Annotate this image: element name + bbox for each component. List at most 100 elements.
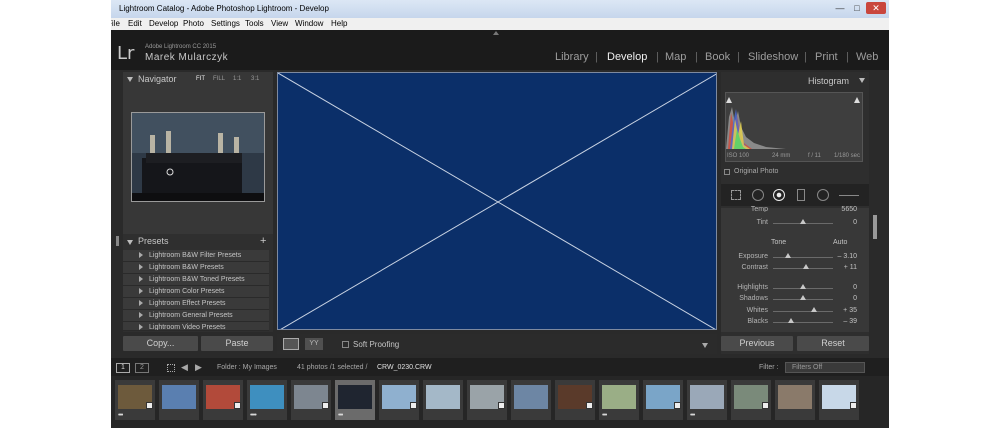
- navigator-preview[interactable]: [131, 112, 265, 202]
- before-after-icon[interactable]: YY: [305, 338, 323, 350]
- right-panel-scrollbar[interactable]: [873, 215, 877, 239]
- preset-folder[interactable]: Lightroom General Presets: [123, 310, 269, 322]
- toolbar-menu-arrow-icon[interactable]: [702, 343, 708, 348]
- module-library[interactable]: Library: [555, 51, 589, 63]
- filmstrip-thumbnail[interactable]: •••: [599, 380, 639, 420]
- filter-dropdown[interactable]: Filters Off: [785, 362, 865, 373]
- left-panel-scrollbar[interactable]: [116, 236, 119, 246]
- collapse-navigator-icon[interactable]: [127, 77, 133, 82]
- paste-button[interactable]: Paste: [201, 336, 273, 351]
- maximize-button[interactable]: □: [851, 2, 863, 14]
- loupe-view-icon[interactable]: [283, 338, 299, 350]
- back-arrow-icon[interactable]: ◀: [181, 362, 188, 373]
- module-web[interactable]: Web: [856, 51, 878, 63]
- menu-settings[interactable]: Settings: [211, 19, 240, 28]
- menu-file[interactable]: File: [111, 19, 120, 28]
- collapse-top-arrow-icon[interactable]: [493, 31, 499, 35]
- filmstrip-thumbnail[interactable]: [291, 380, 331, 420]
- forward-arrow-icon[interactable]: ▶: [195, 362, 202, 373]
- temp-value[interactable]: 5650: [827, 206, 857, 212]
- auto-tone-button[interactable]: Auto: [833, 239, 847, 246]
- shadows-slider-thumb[interactable]: [800, 295, 806, 300]
- module-book[interactable]: Book: [705, 51, 730, 63]
- menu-develop[interactable]: Develop: [149, 19, 178, 28]
- selected-filename[interactable]: CRW_0230.CRW: [377, 364, 432, 371]
- filmstrip-thumbnail[interactable]: ••••: [247, 380, 287, 420]
- highlights-value[interactable]: 0: [827, 284, 857, 291]
- red-eye-icon[interactable]: [773, 189, 785, 201]
- collapse-histogram-icon[interactable]: [859, 78, 865, 83]
- highlights-slider-thumb[interactable]: [800, 284, 806, 289]
- zoom-fit[interactable]: FIT: [196, 76, 205, 82]
- filmstrip-thumbnail[interactable]: [423, 380, 463, 420]
- exposure-slider-thumb[interactable]: [785, 253, 791, 258]
- module-slideshow[interactable]: Slideshow: [748, 51, 798, 63]
- grid-view-icon[interactable]: [167, 364, 175, 372]
- module-develop[interactable]: Develop: [607, 51, 647, 63]
- filmstrip-thumbnail[interactable]: •••: [115, 380, 155, 420]
- preset-folder[interactable]: Lightroom Color Presets: [123, 286, 269, 298]
- histogram[interactable]: [725, 92, 863, 162]
- radial-filter-icon[interactable]: [817, 189, 829, 201]
- whites-slider-track[interactable]: [773, 311, 833, 312]
- filmstrip-thumbnail[interactable]: [203, 380, 243, 420]
- exposure-slider-track[interactable]: [773, 257, 833, 258]
- original-photo-checkbox[interactable]: [724, 169, 730, 175]
- main-image-canvas[interactable]: [277, 72, 717, 330]
- preset-folder[interactable]: Lightroom B&W Filter Presets: [123, 250, 269, 262]
- filmstrip-thumbnail[interactable]: •••: [687, 380, 727, 420]
- filmstrip-thumbnail[interactable]: [555, 380, 595, 420]
- close-button[interactable]: ✕: [866, 2, 886, 14]
- minimize-button[interactable]: —: [834, 2, 846, 14]
- reset-button[interactable]: Reset: [797, 336, 869, 351]
- menu-help[interactable]: Help: [331, 19, 347, 28]
- tint-slider-thumb[interactable]: [800, 219, 806, 224]
- menu-tools[interactable]: Tools: [245, 19, 264, 28]
- contrast-slider-thumb[interactable]: [803, 264, 809, 269]
- module-print[interactable]: Print: [815, 51, 838, 63]
- filmstrip-thumbnail[interactable]: [467, 380, 507, 420]
- zoom-3-1[interactable]: 3:1: [251, 76, 259, 82]
- filmstrip-thumbnail[interactable]: •••: [335, 380, 375, 420]
- preset-folder[interactable]: Lightroom B&W Toned Presets: [123, 274, 269, 286]
- filmstrip-thumbnail[interactable]: [379, 380, 419, 420]
- filmstrip-thumbnail[interactable]: [731, 380, 771, 420]
- menu-view[interactable]: View: [271, 19, 288, 28]
- filmstrip-thumbnail[interactable]: [819, 380, 859, 420]
- menu-window[interactable]: Window: [295, 19, 323, 28]
- filmstrip-thumbnail[interactable]: [511, 380, 551, 420]
- whites-slider-thumb[interactable]: [810, 307, 817, 312]
- contrast-value[interactable]: + 11: [827, 264, 857, 271]
- module-map[interactable]: Map: [665, 51, 686, 63]
- main-window-button[interactable]: 1: [116, 363, 130, 373]
- blacks-slider-thumb[interactable]: [788, 318, 794, 323]
- blacks-value[interactable]: – 39: [827, 318, 857, 325]
- previous-button[interactable]: Previous: [721, 336, 793, 351]
- add-preset-icon[interactable]: +: [260, 235, 266, 247]
- preset-folder[interactable]: Lightroom Video Presets: [123, 322, 269, 331]
- graduated-filter-icon[interactable]: [797, 189, 805, 201]
- adjustment-brush-icon[interactable]: [839, 195, 859, 196]
- tint-value[interactable]: 0: [827, 219, 857, 226]
- copy-button[interactable]: Copy...: [123, 336, 198, 351]
- edited-badge-icon: [322, 402, 329, 409]
- folder-source[interactable]: Folder : My Images: [217, 364, 277, 371]
- zoom-1-1[interactable]: 1:1: [233, 76, 241, 82]
- menu-photo[interactable]: Photo: [183, 19, 204, 28]
- shadows-value[interactable]: 0: [827, 295, 857, 302]
- filmstrip-thumbnail[interactable]: [643, 380, 683, 420]
- filmstrip-thumbnail[interactable]: [159, 380, 199, 420]
- preset-folder[interactable]: Lightroom B&W Presets: [123, 262, 269, 274]
- collapse-presets-icon[interactable]: [127, 240, 133, 245]
- filmstrip-thumbnail[interactable]: [775, 380, 815, 420]
- menu-edit[interactable]: Edit: [128, 19, 142, 28]
- exposure-value[interactable]: – 3.10: [827, 253, 857, 260]
- zoom-fill[interactable]: FILL: [213, 76, 225, 82]
- crop-tool-icon[interactable]: [731, 190, 741, 200]
- second-window-button[interactable]: 2: [135, 363, 149, 373]
- whites-value[interactable]: + 35: [827, 307, 857, 314]
- spot-removal-icon[interactable]: [752, 189, 764, 201]
- blacks-slider-track[interactable]: [773, 322, 833, 323]
- soft-proofing-checkbox[interactable]: [342, 341, 349, 348]
- preset-folder[interactable]: Lightroom Effect Presets: [123, 298, 269, 310]
